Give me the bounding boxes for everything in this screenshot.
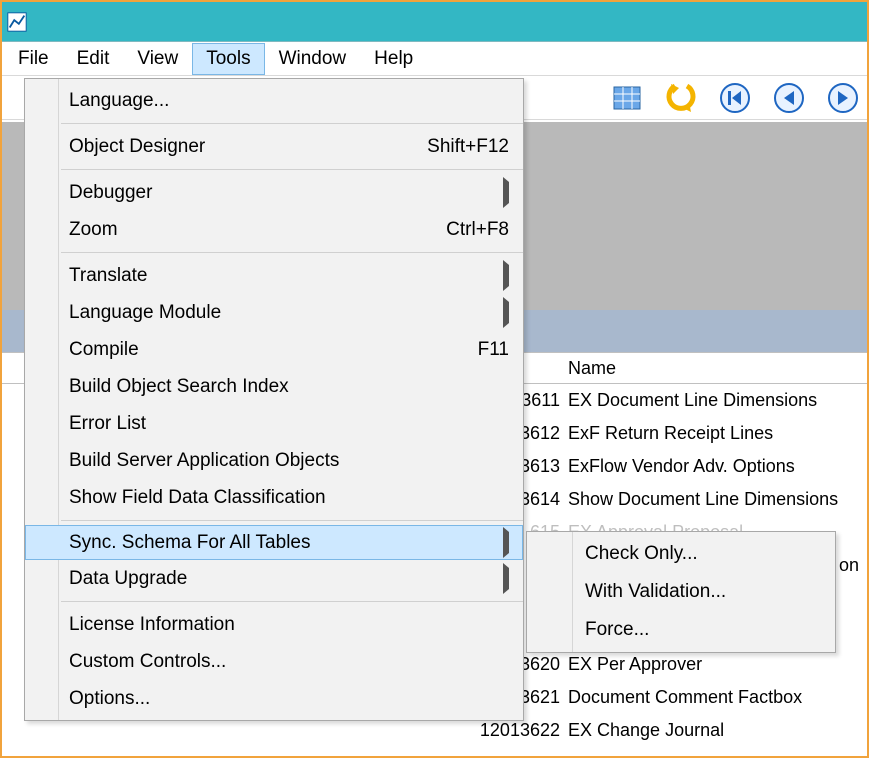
menu-item-label: Translate [69, 265, 489, 287]
cell-name: ExFlow Vendor Adv. Options [568, 456, 867, 477]
submenu-arrow-icon [503, 532, 509, 554]
menu-item-accelerator: F11 [478, 339, 509, 361]
menu-item-label: License Information [69, 614, 509, 636]
menu-item-label: Show Field Data Classification [69, 487, 509, 509]
submenu-arrow-icon [503, 302, 509, 324]
menu-item-accelerator: Shift+F12 [427, 136, 509, 158]
table-icon[interactable] [611, 82, 643, 114]
menu-item-label: Compile [69, 339, 478, 361]
menu-item-label: Force... [585, 619, 649, 641]
menu-item-zoom[interactable]: Zoom Ctrl+F8 [25, 211, 523, 248]
menu-item-options[interactable]: Options... [25, 680, 523, 717]
menu-tools[interactable]: Tools [192, 43, 264, 75]
cell-name: Document Comment Factbox [568, 687, 867, 708]
menu-separator [61, 520, 523, 521]
cell-name: EX Change Journal [568, 720, 867, 741]
cell-name: ExF Return Receipt Lines [568, 423, 867, 444]
menu-separator [61, 123, 523, 124]
menu-item-label: Sync. Schema For All Tables [69, 532, 489, 554]
menu-window[interactable]: Window [265, 43, 361, 75]
menu-item-error-list[interactable]: Error List [25, 405, 523, 442]
nav-prev-icon[interactable] [773, 82, 805, 114]
menu-item-language[interactable]: Language... [25, 82, 523, 119]
menu-separator [61, 601, 523, 602]
menu-item-label: Object Designer [69, 136, 427, 158]
cell-name: EX Document Line Dimensions [568, 390, 867, 411]
menu-item-language-module[interactable]: Language Module [25, 294, 523, 331]
menu-item-debugger[interactable]: Debugger [25, 174, 523, 211]
submenu-arrow-icon [503, 568, 509, 590]
menu-item-label: Language... [69, 90, 509, 112]
submenu-item-with-validation[interactable]: With Validation... [527, 573, 835, 611]
menu-separator [61, 169, 523, 170]
menu-item-build-server[interactable]: Build Server Application Objects [25, 442, 523, 479]
menu-item-label: Zoom [69, 219, 446, 241]
window-titlebar [2, 2, 867, 42]
menubar: File Edit View Tools Window Help [2, 42, 867, 76]
submenu-arrow-icon [503, 182, 509, 204]
sync-schema-submenu: Check Only... With Validation... Force..… [526, 531, 836, 653]
menu-separator [61, 252, 523, 253]
menu-item-label: Error List [69, 413, 509, 435]
menu-item-label: Build Server Application Objects [69, 450, 509, 472]
menu-item-label: Check Only... [585, 543, 698, 565]
menu-help[interactable]: Help [360, 43, 427, 75]
menu-item-label: Debugger [69, 182, 489, 204]
cell-name: EX Per Approver [568, 654, 867, 675]
menu-item-label: Language Module [69, 302, 489, 324]
menu-edit[interactable]: Edit [63, 43, 124, 75]
submenu-item-check-only[interactable]: Check Only... [527, 535, 835, 573]
menu-item-data-upgrade[interactable]: Data Upgrade [25, 560, 523, 597]
menu-item-sync-schema[interactable]: Sync. Schema For All Tables [25, 525, 523, 560]
menu-item-label: Custom Controls... [69, 651, 509, 673]
menu-item-translate[interactable]: Translate [25, 257, 523, 294]
cell-id: 12013622 [2, 720, 568, 741]
menu-item-build-index[interactable]: Build Object Search Index [25, 368, 523, 405]
menu-file[interactable]: File [4, 43, 63, 75]
menu-item-custom-controls[interactable]: Custom Controls... [25, 643, 523, 680]
menu-view[interactable]: View [123, 43, 192, 75]
refresh-icon[interactable] [665, 82, 697, 114]
tools-dropdown: Language... Object Designer Shift+F12 De… [24, 78, 524, 721]
menu-item-accelerator: Ctrl+F8 [446, 219, 509, 241]
app-logo-icon [6, 11, 28, 33]
nav-first-icon[interactable] [719, 82, 751, 114]
menu-item-label: Data Upgrade [69, 568, 489, 590]
submenu-arrow-icon [503, 265, 509, 287]
menu-item-compile[interactable]: Compile F11 [25, 331, 523, 368]
nav-next-icon[interactable] [827, 82, 859, 114]
menu-item-license-info[interactable]: License Information [25, 606, 523, 643]
column-header-name-label: Name [568, 358, 616, 379]
menu-item-label: Build Object Search Index [69, 376, 509, 398]
cell-name: Show Document Line Dimensions [568, 489, 867, 510]
menu-item-label: With Validation... [585, 581, 726, 603]
menu-item-object-designer[interactable]: Object Designer Shift+F12 [25, 128, 523, 165]
submenu-item-force[interactable]: Force... [527, 611, 835, 649]
menu-item-label: Options... [69, 688, 509, 710]
menu-item-show-field[interactable]: Show Field Data Classification [25, 479, 523, 516]
